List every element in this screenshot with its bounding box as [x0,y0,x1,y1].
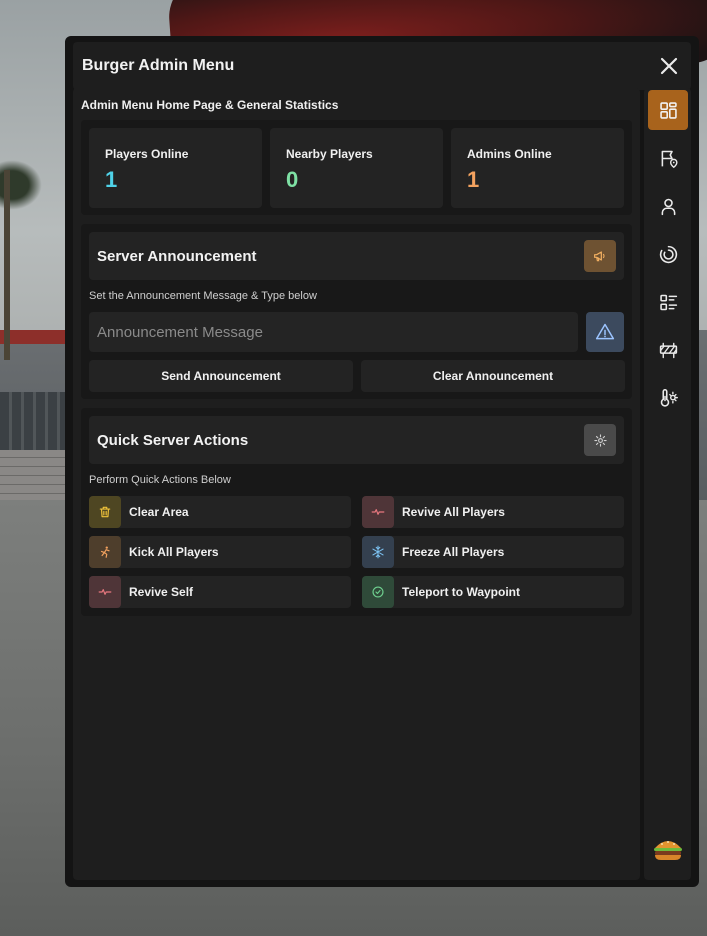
quick-actions-header: Quick Server Actions [89,416,624,464]
main-content: Admin Menu Home Page & General Statistic… [73,88,640,880]
action-label: Kick All Players [129,545,219,559]
action-icon [89,576,121,608]
warning-icon [595,323,615,340]
stat-nearby-players: Nearby Players 0 [270,128,443,208]
admin-menu-panel: Burger Admin Menu Admin Menu Home Page &… [65,36,699,887]
stat-value: 1 [105,167,118,192]
heartbeat-icon [98,589,112,595]
sidebar-item-weather[interactable] [648,378,688,418]
sidebar-item-refresh[interactable] [648,234,688,274]
stat-players-online: Players Online 1 [89,128,262,208]
refresh-circle-icon [659,245,677,263]
freeze-all-players-button[interactable]: Freeze All Players [362,536,624,568]
burger-logo-icon [654,841,682,860]
sidebar-item-locations[interactable] [648,138,688,178]
building-window [0,392,66,450]
revive-self-button[interactable]: Revive Self [89,576,351,608]
send-announcement-button[interactable]: Send Announcement [89,360,353,392]
dashboard-icon [659,101,677,119]
temperature-sun-icon [660,388,678,407]
clear-announcement-button[interactable]: Clear Announcement [361,360,625,392]
check-circle-icon [372,586,384,598]
list-details-icon [659,294,677,310]
announcement-title: Server Announcement [97,248,257,265]
palm-trunk [4,170,10,360]
action-icon [362,576,394,608]
stat-value: 0 [286,167,299,192]
stat-label: Admins Online [467,147,552,161]
kick-all-players-button[interactable]: Kick All Players [89,536,351,568]
snowflake-icon [372,545,384,559]
close-button[interactable] [657,54,681,78]
server-announcement-card: Server Announcement Set the Announcement… [81,224,632,399]
action-icon [89,536,121,568]
quick-actions-card: Quick Server Actions Perform Quick Actio… [81,408,632,616]
window-title: Burger Admin Menu [82,57,235,74]
sidebar-item-barrier[interactable] [648,330,688,370]
user-icon [661,198,675,215]
sidebar-item-home[interactable] [648,90,688,130]
clear-area-button[interactable]: Clear Area [89,496,351,528]
teleport-to-waypoint-button[interactable]: Teleport to Waypoint [362,576,624,608]
gear-icon [593,433,607,447]
close-icon [660,57,678,75]
stat-label: Nearby Players [286,147,373,161]
megaphone-icon [594,251,605,262]
announcement-type-button[interactable] [586,312,624,352]
revive-all-players-button[interactable]: Revive All Players [362,496,624,528]
stat-label: Players Online [105,147,189,161]
barrier-icon [659,342,677,358]
sidebar-item-players[interactable] [648,186,688,226]
sidebar-nav [644,88,691,880]
quick-actions-settings-button[interactable] [584,424,616,456]
title-bar: Burger Admin Menu [73,42,691,90]
stat-value: 1 [467,167,480,192]
action-icon [89,496,121,528]
action-icon [362,536,394,568]
action-label: Teleport to Waypoint [402,585,520,599]
stat-admins-online: Admins Online 1 [451,128,624,208]
announcement-message-input[interactable] [89,312,578,352]
quick-actions-subtitle: Perform Quick Actions Below [89,474,231,486]
kick-icon [100,546,110,558]
announcement-subtitle: Set the Announcement Message & Type belo… [89,290,317,302]
action-label: Revive Self [129,585,194,599]
quick-actions-title: Quick Server Actions [97,432,249,449]
action-icon [362,496,394,528]
action-label: Freeze All Players [402,545,505,559]
stats-row: Players Online 1 Nearby Players 0 Admins… [81,120,632,215]
action-label: Clear Area [129,505,189,519]
flag-location-icon [661,150,678,168]
action-label: Revive All Players [402,505,505,519]
announcement-header: Server Announcement [89,232,624,280]
sidebar-item-list[interactable] [648,282,688,322]
page-heading: Admin Menu Home Page & General Statistic… [81,98,339,112]
heartbeat-icon [371,509,385,515]
trash-icon [99,506,111,518]
announcement-header-button[interactable] [584,240,616,272]
